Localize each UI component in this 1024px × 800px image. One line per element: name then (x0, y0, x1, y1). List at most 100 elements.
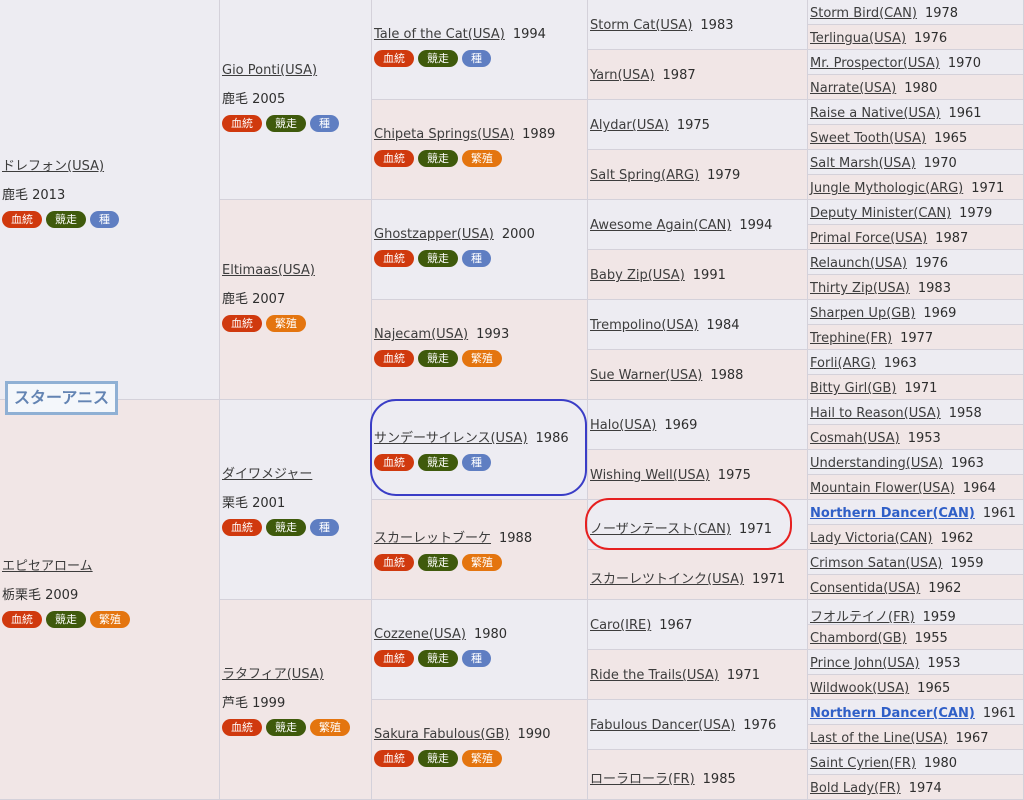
horse-name-link[interactable]: Crimson Satan(USA) (810, 556, 942, 571)
horse-name-link[interactable]: Mr. Prospector(USA) (810, 56, 940, 71)
horse-name-link[interactable]: Mountain Flower(USA) (810, 481, 955, 496)
race-record-badge[interactable]: 競走 (418, 650, 458, 667)
horse-name-link[interactable]: Saint Cyrien(FR) (810, 756, 916, 771)
horse-name-link[interactable]: Bitty Girl(GB) (810, 381, 896, 396)
horse-name-link[interactable]: ラタフィア(USA) (222, 663, 324, 682)
horse-name-link[interactable]: Prince John(USA) (810, 656, 919, 671)
horse-name-link[interactable]: Sue Warner(USA) (590, 368, 702, 383)
race-record-badge[interactable]: 競走 (266, 519, 306, 536)
pedigree-badge[interactable]: 血統 (374, 650, 414, 667)
horse-name-link[interactable]: Hail to Reason(USA) (810, 406, 941, 421)
stud-badge[interactable]: 種 (462, 250, 491, 267)
horse-name-link[interactable]: Terlingua(USA) (810, 31, 906, 46)
pedigree-badge[interactable]: 血統 (2, 611, 42, 628)
horse-name-link[interactable]: スカーレツトインク(USA) (590, 568, 744, 587)
pedigree-badge[interactable]: 血統 (222, 519, 262, 536)
horse-name-link[interactable]: Alydar(USA) (590, 118, 669, 133)
race-record-badge[interactable]: 競走 (418, 454, 458, 471)
horse-name-link[interactable]: Wishing Well(USA) (590, 468, 710, 483)
broodmare-badge[interactable]: 繁殖 (310, 719, 350, 736)
horse-name-link[interactable]: Cozzene(USA) (374, 627, 466, 642)
horse-name-link[interactable]: Bold Lady(FR) (810, 781, 901, 796)
race-record-badge[interactable]: 競走 (266, 719, 306, 736)
horse-name-link[interactable]: Consentida(USA) (810, 581, 920, 596)
pedigree-badge[interactable]: 血統 (374, 50, 414, 67)
stud-badge[interactable]: 種 (462, 454, 491, 471)
horse-name-link[interactable]: Awesome Again(CAN) (590, 218, 731, 233)
broodmare-badge[interactable]: 繁殖 (266, 315, 306, 332)
horse-name-link[interactable]: ローラローラ(FR) (590, 768, 695, 787)
horse-name-link[interactable]: Narrate(USA) (810, 81, 896, 96)
horse-name-link[interactable]: Eltimaas(USA) (222, 263, 315, 278)
pedigree-badge[interactable]: 血統 (374, 454, 414, 471)
horse-name-link[interactable]: Halo(USA) (590, 418, 656, 433)
horse-name-link[interactable]: Gio Ponti(USA) (222, 63, 317, 78)
broodmare-badge[interactable]: 繁殖 (462, 750, 502, 767)
horse-name-link[interactable]: Salt Marsh(USA) (810, 156, 916, 171)
race-record-badge[interactable]: 競走 (418, 750, 458, 767)
horse-name-link[interactable]: Najecam(USA) (374, 327, 468, 342)
horse-name-link[interactable]: Relaunch(USA) (810, 256, 907, 271)
broodmare-badge[interactable]: 繁殖 (462, 350, 502, 367)
stud-badge[interactable]: 種 (462, 650, 491, 667)
horse-name-link[interactable]: Baby Zip(USA) (590, 268, 685, 283)
horse-name-link[interactable]: サンデーサイレンス(USA) (374, 427, 528, 446)
horse-name-link[interactable]: Fabulous Dancer(USA) (590, 718, 735, 733)
race-record-badge[interactable]: 競走 (46, 611, 86, 628)
horse-name-link[interactable]: Sweet Tooth(USA) (810, 131, 926, 146)
horse-name-link[interactable]: Raise a Native(USA) (810, 106, 940, 121)
race-record-badge[interactable]: 競走 (418, 350, 458, 367)
horse-name-link[interactable]: ドレフォン(USA) (2, 155, 104, 174)
horse-name-link[interactable]: Ride the Trails(USA) (590, 668, 719, 683)
horse-name-link[interactable]: Northern Dancer(CAN) (810, 506, 975, 521)
pedigree-badge[interactable]: 血統 (374, 350, 414, 367)
horse-name-link[interactable]: スカーレットブーケ (374, 527, 491, 546)
broodmare-badge[interactable]: 繁殖 (462, 150, 502, 167)
race-record-badge[interactable]: 競走 (418, 250, 458, 267)
broodmare-badge[interactable]: 繁殖 (90, 611, 130, 628)
horse-name-link[interactable]: Wildwook(USA) (810, 681, 909, 696)
horse-name-link[interactable]: Chipeta Springs(USA) (374, 127, 514, 142)
horse-name-link[interactable]: ダイワメジャー (222, 463, 312, 482)
race-record-badge[interactable]: 競走 (418, 150, 458, 167)
horse-name-link[interactable]: Sakura Fabulous(GB) (374, 727, 509, 742)
horse-name-link[interactable]: フオルテイノ(FR) (810, 606, 915, 625)
horse-name-link[interactable]: Sharpen Up(GB) (810, 306, 915, 321)
horse-name-link[interactable]: Jungle Mythologic(ARG) (810, 181, 963, 196)
horse-name-link[interactable]: Caro(IRE) (590, 618, 651, 633)
horse-name-link[interactable]: Ghostzapper(USA) (374, 227, 494, 242)
broodmare-badge[interactable]: 繁殖 (462, 554, 502, 571)
pedigree-badge[interactable]: 血統 (2, 211, 42, 228)
stud-badge[interactable]: 種 (90, 211, 119, 228)
horse-name-link[interactable]: Last of the Line(USA) (810, 731, 947, 746)
pedigree-badge[interactable]: 血統 (222, 719, 262, 736)
race-record-badge[interactable]: 競走 (418, 554, 458, 571)
horse-name-link[interactable]: Northern Dancer(CAN) (810, 706, 975, 721)
horse-name-link[interactable]: Salt Spring(ARG) (590, 168, 699, 183)
pedigree-badge[interactable]: 血統 (222, 315, 262, 332)
horse-name-link[interactable]: Tale of the Cat(USA) (374, 27, 505, 42)
horse-name-link[interactable]: Trephine(FR) (810, 331, 892, 346)
race-record-badge[interactable]: 競走 (418, 50, 458, 67)
pedigree-badge[interactable]: 血統 (374, 554, 414, 571)
pedigree-badge[interactable]: 血統 (374, 150, 414, 167)
stud-badge[interactable]: 種 (310, 115, 339, 132)
horse-name-link[interactable]: Lady Victoria(CAN) (810, 531, 932, 546)
horse-name-link[interactable]: Forli(ARG) (810, 356, 876, 371)
horse-name-link[interactable]: Deputy Minister(CAN) (810, 206, 951, 221)
stud-badge[interactable]: 種 (462, 50, 491, 67)
pedigree-badge[interactable]: 血統 (374, 250, 414, 267)
stud-badge[interactable]: 種 (310, 519, 339, 536)
horse-name-link[interactable]: Storm Cat(USA) (590, 18, 692, 33)
horse-name-link[interactable]: Storm Bird(CAN) (810, 6, 917, 21)
horse-name-link[interactable]: Thirty Zip(USA) (810, 281, 910, 296)
horse-name-link[interactable]: Yarn(USA) (590, 68, 655, 83)
horse-name-link[interactable]: ノーザンテースト(CAN) (590, 518, 731, 537)
race-record-badge[interactable]: 競走 (46, 211, 86, 228)
horse-name-link[interactable]: Primal Force(USA) (810, 231, 927, 246)
horse-name-link[interactable]: Chambord(GB) (810, 631, 907, 646)
horse-name-link[interactable]: Trempolino(USA) (590, 318, 698, 333)
horse-name-link[interactable]: Understanding(USA) (810, 456, 943, 471)
horse-name-link[interactable]: Cosmah(USA) (810, 431, 900, 446)
pedigree-badge[interactable]: 血統 (374, 750, 414, 767)
